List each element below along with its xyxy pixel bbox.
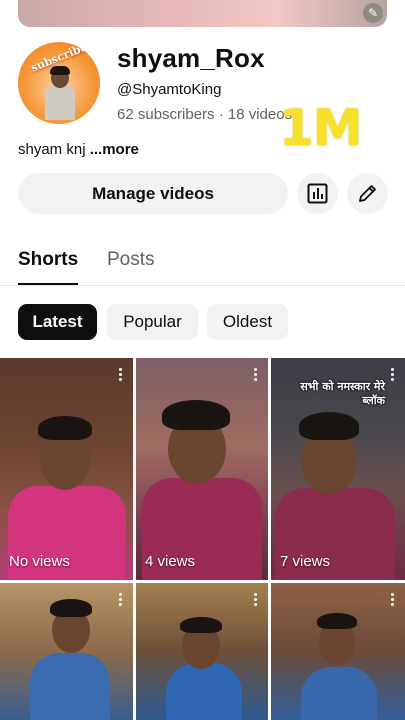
short-thumbnail[interactable]: 4 views [136,358,268,580]
avatar-person-image [45,66,75,120]
more-options-icon[interactable] [254,368,258,382]
short-overlay-text: सभी को नमस्कार मेरे ब्लॉक [300,380,385,407]
more-options-icon[interactable] [391,368,395,382]
chip-oldest[interactable]: Oldest [207,304,288,340]
short-thumbnail[interactable] [0,583,133,720]
short-thumbnail[interactable]: सभी को नमस्कार मेरे ब्लॉक 7 views [271,358,405,580]
short-views: 7 views [280,553,331,570]
more-options-icon[interactable] [391,593,395,607]
short-thumbnail[interactable]: No views [0,358,133,580]
pencil-icon [359,185,376,202]
channel-banner[interactable]: ✎ [18,0,387,27]
description-text: shyam knj [18,141,86,158]
short-thumbnail[interactable] [271,583,405,720]
more-options-icon[interactable] [119,593,123,607]
more-link[interactable]: ...more [90,141,139,158]
tab-shorts[interactable]: Shorts [18,249,78,271]
chip-latest[interactable]: Latest [18,304,97,340]
short-views: 4 views [145,553,196,570]
channel-description[interactable]: shyam knj ...more [18,141,139,158]
channel-name: shyam_Rox [117,43,265,73]
camera-icon[interactable]: ✎ [363,3,383,23]
chip-popular[interactable]: Popular [107,304,198,340]
channel-handle: @ShyamtoKing [117,81,222,98]
more-options-icon[interactable] [119,368,123,382]
channel-avatar[interactable]: subscribe [18,42,100,124]
overlay-1m-text: 1M [279,99,363,157]
channel-stats: 62 subscribers · 18 videos [117,106,293,123]
short-thumbnail[interactable] [136,583,268,720]
short-views: No views [9,553,70,570]
more-options-icon[interactable] [254,593,258,607]
analytics-button[interactable] [297,173,338,214]
edit-channel-button[interactable] [347,173,388,214]
tabs-divider [0,285,405,286]
manage-videos-button[interactable]: Manage videos [18,173,288,214]
tab-posts[interactable]: Posts [107,249,155,271]
bar-chart-icon [307,183,328,204]
